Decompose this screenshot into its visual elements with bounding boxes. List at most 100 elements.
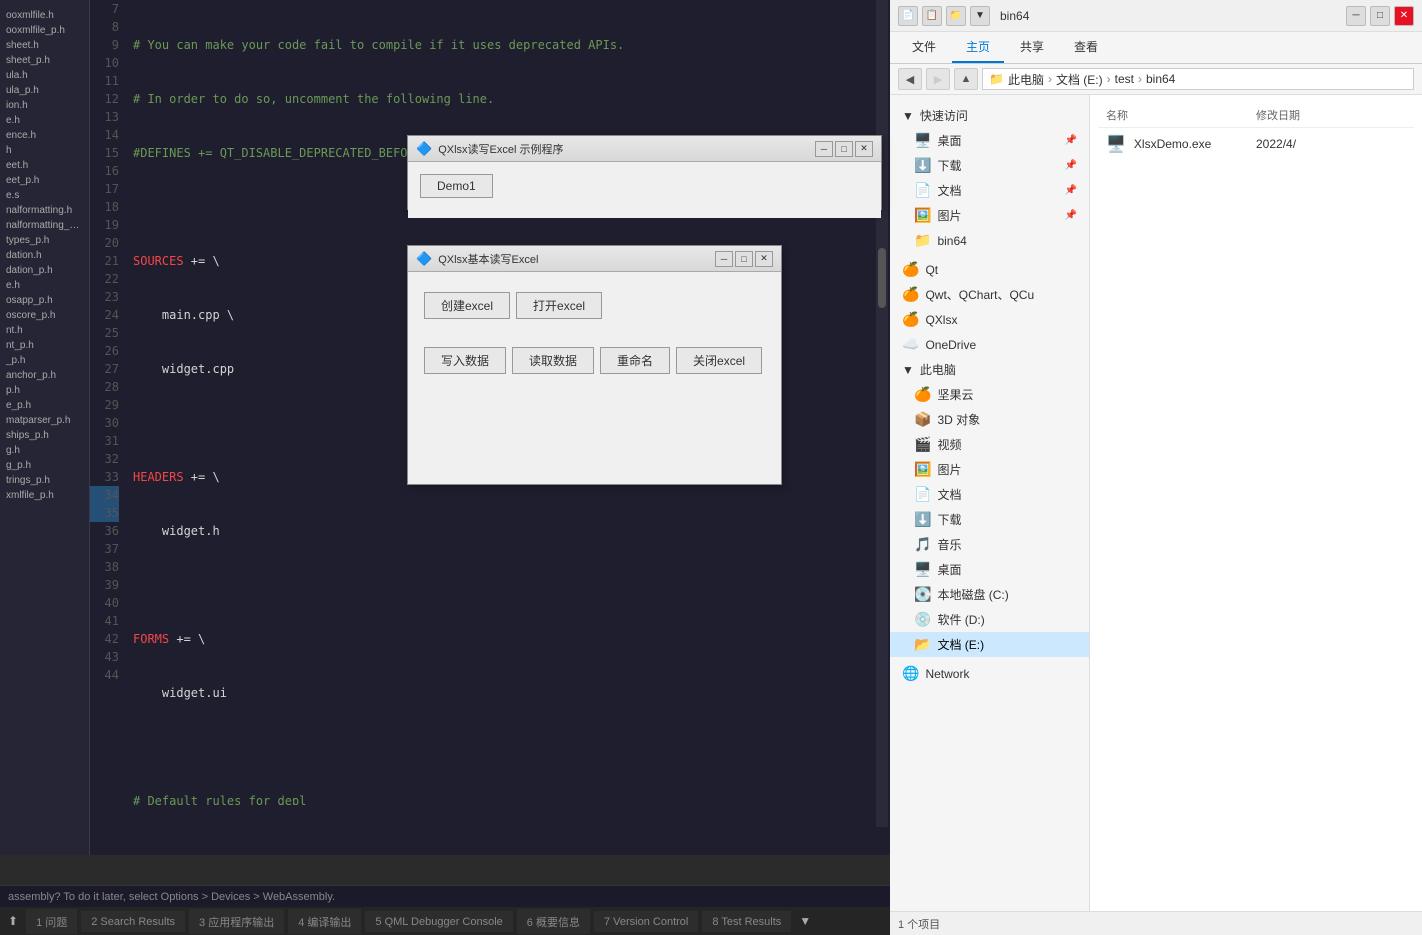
tab-expand-icon[interactable]: ⬆ [8,914,18,928]
tab-issues[interactable]: 1 问题 [26,909,77,934]
up-button[interactable]: ▲ [954,68,978,90]
sidebar-item-downloads-pc[interactable]: ⬇️ 下载 [890,507,1089,532]
sidebar-item-qt[interactable]: 🍊 Qt [890,257,1089,282]
demo-close-button[interactable]: ✕ [855,141,873,157]
ribbon-tab-file[interactable]: 文件 [898,32,950,63]
file-tree-item[interactable]: ence.h [0,128,89,143]
col-date-header[interactable]: 修改日期 [1256,107,1406,123]
close-button[interactable]: ✕ [1394,6,1414,26]
sidebar-item-docs-e[interactable]: 📂 文档 (E:) [890,632,1089,657]
demo-window-titlebar[interactable]: 🔷 QXlsx读写Excel 示例程序 ─ □ ✕ [408,136,881,162]
titlebar-icon-folder[interactable]: 📁 [946,6,966,26]
ribbon-tab-share[interactable]: 共享 [1006,32,1058,63]
sidebar-this-pc-header[interactable]: ▼ 此电脑 [890,357,1089,382]
sidebar-item-onedrive[interactable]: ☁️ OneDrive [890,332,1089,357]
path-bin64[interactable]: bin64 [1146,72,1175,86]
file-tree-item[interactable]: dation.h [0,248,89,263]
file-tree-item[interactable]: p.h [0,383,89,398]
sidebar-item-desktop[interactable]: 🖥️ 桌面 📌 [890,128,1089,153]
sidebar-quick-access-header[interactable]: ▼ 快速访问 [890,103,1089,128]
file-tree-item[interactable]: g_p.h [0,458,89,473]
sidebar-item-pictures[interactable]: 🖼️ 图片 📌 [890,203,1089,228]
sidebar-item-bin64[interactable]: 📁 bin64 [890,228,1089,253]
file-tree-item[interactable]: _p.h [0,353,89,368]
file-tree-item[interactable]: osapp_p.h [0,293,89,308]
file-tree-item[interactable]: ula_p.h [0,83,89,98]
vertical-scrollbar[interactable] [876,0,888,827]
sidebar-item-docs-pc[interactable]: 📄 文档 [890,482,1089,507]
file-tree-item[interactable]: anchor_p.h [0,368,89,383]
file-tree-item[interactable]: dation_p.h [0,263,89,278]
open-excel-button[interactable]: 打开excel [516,292,602,319]
sidebar-item-network[interactable]: 🌐 Network [890,661,1089,686]
back-button[interactable]: ◀ [898,68,922,90]
sidebar-item-music[interactable]: 🎵 音乐 [890,532,1089,557]
sidebar-item-downloads[interactable]: ⬇️ 下载 📌 [890,153,1089,178]
write-data-button[interactable]: 写入数据 [424,347,506,374]
maximize-button[interactable]: □ [1370,6,1390,26]
file-tree-item[interactable]: eet.h [0,158,89,173]
tab-test-results[interactable]: 8 Test Results [702,911,791,932]
tab-general-messages[interactable]: 6 概要信息 [517,909,590,934]
sidebar-item-qwt[interactable]: 🍊 Qwt、QChart、QCu [890,282,1089,307]
file-tree-item[interactable]: sheet_p.h [0,53,89,68]
tab-search-results[interactable]: 2 Search Results [81,911,185,932]
file-tree-item[interactable]: e_p.h [0,398,89,413]
file-tree-item[interactable]: e.h [0,113,89,128]
file-tree-item[interactable]: ooxmlfile_p.h [0,23,89,38]
ribbon-tab-view[interactable]: 查看 [1060,32,1112,63]
file-tree-item[interactable]: sheet.h [0,38,89,53]
basic-window-titlebar[interactable]: 🔷 QXlsx基本读写Excel ─ □ ✕ [408,246,781,272]
demo1-button[interactable]: Demo1 [420,174,493,198]
basic-close-button[interactable]: ✕ [755,251,773,267]
sidebar-item-desktop-pc[interactable]: 🖥️ 桌面 [890,557,1089,582]
file-tree-item[interactable]: nt.h [0,323,89,338]
address-path[interactable]: 📁 此电脑 › 文档 (E:) › test › bin64 [982,68,1414,90]
file-tree-item[interactable]: matparser_p.h [0,413,89,428]
path-pc[interactable]: 此电脑 [1008,71,1044,88]
file-tree-item[interactable]: e.h [0,278,89,293]
col-name-header[interactable]: 名称 [1106,107,1256,123]
file-tree-item[interactable]: g.h [0,443,89,458]
sidebar-item-documents[interactable]: 📄 文档 📌 [890,178,1089,203]
file-item-xlsxdemo[interactable]: 🖥️ XlsxDemo.exe 2022/4/ [1098,128,1414,160]
file-tree-item[interactable]: e.s [0,188,89,203]
forward-button[interactable]: ▶ [926,68,950,90]
titlebar-icon-doc[interactable]: 📄 [898,6,918,26]
tab-compile-output[interactable]: 4 编译输出 [288,909,361,934]
file-tree-item[interactable]: ion.h [0,98,89,113]
path-docs-e[interactable]: 文档 (E:) [1056,71,1103,88]
minimize-button[interactable]: ─ [1346,6,1366,26]
file-tree-item[interactable]: oscore_p.h [0,308,89,323]
file-tree-item[interactable]: h [0,143,89,158]
ribbon-tab-home[interactable]: 主页 [952,32,1004,63]
tab-more-icon[interactable]: ▼ [799,914,811,928]
sidebar-item-local-c[interactable]: 💽 本地磁盘 (C:) [890,582,1089,607]
file-tree-item[interactable]: eet_p.h [0,173,89,188]
close-excel-button[interactable]: 关闭excel [676,347,762,374]
path-test[interactable]: test [1115,72,1134,86]
file-tree-item[interactable]: types_p.h [0,233,89,248]
sidebar-item-video[interactable]: 🎬 视频 [890,432,1089,457]
file-tree-item[interactable]: trings_p.h [0,473,89,488]
sidebar-item-soft-d[interactable]: 💿 软件 (D:) [890,607,1089,632]
tab-version-control[interactable]: 7 Version Control [594,911,698,932]
file-tree-item[interactable]: ula.h [0,68,89,83]
tab-app-output[interactable]: 3 应用程序输出 [189,909,284,934]
rename-button[interactable]: 重命名 [600,347,670,374]
file-tree-item[interactable]: ooxmlfile.h [0,8,89,23]
basic-minimize-button[interactable]: ─ [715,251,733,267]
demo-maximize-button[interactable]: □ [835,141,853,157]
file-tree-item[interactable]: ships_p.h [0,428,89,443]
sidebar-item-3d[interactable]: 📦 3D 对象 [890,407,1089,432]
file-tree-item[interactable]: xmlfile_p.h [0,488,89,503]
sidebar-item-pictures-pc[interactable]: 🖼️ 图片 [890,457,1089,482]
basic-maximize-button[interactable]: □ [735,251,753,267]
file-tree-item[interactable]: nalformatting.h [0,203,89,218]
file-tree-item[interactable]: nt_p.h [0,338,89,353]
sidebar-item-qxlsx[interactable]: 🍊 QXlsx [890,307,1089,332]
create-excel-button[interactable]: 创建excel [424,292,510,319]
sidebar-item-jianguoyun[interactable]: 🍊 坚果云 [890,382,1089,407]
tab-qml-debugger[interactable]: 5 QML Debugger Console [365,911,512,932]
titlebar-icon-dropdown[interactable]: ▼ [970,6,990,26]
